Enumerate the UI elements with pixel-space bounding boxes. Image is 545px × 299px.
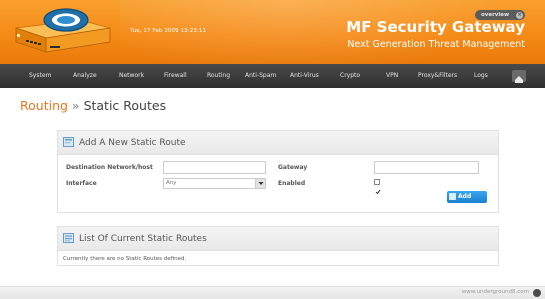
nav-item-proxy-filters[interactable]: Proxy&Filters: [418, 64, 457, 88]
add-route-button[interactable]: Add: [447, 191, 487, 203]
add-route-icon: [63, 137, 74, 147]
destination-input[interactable]: [163, 161, 266, 174]
gateway-label: Gateway: [278, 164, 308, 171]
home-button[interactable]: [512, 70, 526, 83]
footer-logo-icon: [533, 289, 541, 297]
interface-select[interactable]: Any: [163, 178, 266, 189]
routes-list-panel-title: List Of Current Static Routes: [79, 234, 207, 244]
gateway-device-logo: [15, 8, 111, 53]
list-icon: [63, 233, 74, 243]
chevron-down-icon: [255, 179, 265, 188]
add-icon: [449, 193, 456, 200]
destination-label: Destination Network/host: [66, 164, 153, 171]
checkmark-icon: [375, 189, 381, 195]
breadcrumb-routing-link[interactable]: Routing: [20, 98, 68, 113]
enabled-checkbox[interactable]: [374, 179, 381, 195]
footer-website-link[interactable]: www.underground8.com: [462, 289, 529, 295]
empty-routes-message: Currently there are no Static Routes def…: [63, 256, 187, 262]
add-button-label: Add: [458, 193, 472, 200]
enabled-label: Enabled: [278, 180, 306, 187]
nav-item-system[interactable]: System: [29, 64, 51, 88]
nav-item-vpn[interactable]: VPN: [386, 64, 398, 88]
nav-item-crypto[interactable]: Crypto: [340, 64, 360, 88]
home-icon: [515, 76, 523, 83]
add-route-panel-header: Add A New Static Route: [58, 131, 498, 155]
nav-item-firewall[interactable]: Firewall: [164, 64, 187, 88]
gateway-input[interactable]: [374, 161, 479, 174]
routes-list-panel: List Of Current Static Routes Currently …: [57, 226, 499, 266]
nav-item-anti-spam[interactable]: Anti-Spam: [245, 64, 276, 88]
nav-item-analyze[interactable]: Analyze: [73, 64, 97, 88]
app-header: Tue, 17 Feb 2009 13:23:11 overview × MF …: [0, 0, 545, 64]
breadcrumb: Routing » Static Routes: [20, 98, 166, 113]
footer: www.underground8.com: [0, 286, 545, 299]
routes-list-panel-header: List Of Current Static Routes: [58, 227, 498, 251]
brand-subtitle: Next Generation Threat Management: [347, 39, 525, 50]
main-nav: System Analyze Network Firewall Routing …: [0, 64, 545, 88]
page-title: Static Routes: [83, 98, 167, 113]
add-route-panel-title: Add A New Static Route: [79, 138, 186, 148]
brand-title: MF Security Gateway: [346, 18, 525, 36]
nav-item-network[interactable]: Network: [119, 64, 144, 88]
add-route-panel: Add A New Static Route Destination Netwo…: [57, 130, 499, 213]
nav-item-logs[interactable]: Logs: [474, 64, 488, 88]
breadcrumb-separator: »: [71, 98, 80, 113]
interface-selected-value: Any: [166, 180, 177, 186]
interface-label: Interface: [66, 180, 97, 187]
nav-item-anti-virus[interactable]: Anti-Virus: [290, 64, 319, 88]
current-datetime: Tue, 17 Feb 2009 13:23:11: [130, 28, 207, 34]
nav-item-routing[interactable]: Routing: [207, 64, 230, 88]
